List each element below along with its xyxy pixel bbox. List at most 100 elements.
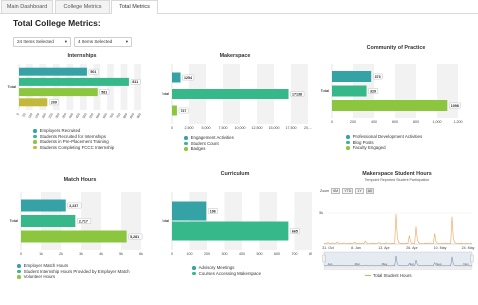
bar xyxy=(19,77,129,86)
tick-label: 17,500 xyxy=(286,126,297,130)
tick-label: 100 xyxy=(27,112,33,119)
grid-band xyxy=(134,64,141,110)
zoom-label: Zoom xyxy=(320,189,330,193)
tick-label: 1k xyxy=(39,252,43,256)
internships-title: Internships xyxy=(67,53,97,59)
tick-label: 2k xyxy=(59,252,63,256)
data-label: 329 xyxy=(370,89,376,93)
navigator-scrollbar xyxy=(323,266,473,270)
chevron-down-icon: ▾ xyxy=(64,39,67,44)
x-tick-label: 8. Jan xyxy=(351,246,361,250)
tab-college-metrics[interactable]: College Metrics xyxy=(55,0,110,13)
tab-bar: Main Dashboard College Metrics Total Met… xyxy=(0,0,478,14)
category-label: Total xyxy=(10,218,19,223)
student-hours-chart: 5k 31. Oct 8. Jan 13. Apr 26. Apr 10. May 24. … xyxy=(319,211,475,270)
internships-legend: Employers Recruited Students Recruited f… xyxy=(33,128,114,150)
tab-total-metrics[interactable]: Total Metrics xyxy=(111,0,158,14)
tick-label: 0 xyxy=(16,112,20,116)
tick-label: 300 xyxy=(222,252,228,256)
tick-label: 3k xyxy=(79,252,83,256)
curriculum-chart: Total 196 665 0 100 200 300 400 500 600 700 800 xyxy=(162,192,312,256)
data-label: 2,717 xyxy=(79,219,88,223)
legend-label: Total Student Hours xyxy=(373,273,412,278)
bar xyxy=(19,88,98,97)
tick-label: 600 xyxy=(392,120,398,124)
tick-label: 100 xyxy=(187,252,193,256)
legend-dot xyxy=(346,146,350,150)
grid-band xyxy=(189,192,207,250)
makerspace-title: Makerspace xyxy=(219,53,251,59)
internships-chart: Total 501 811 581 209 0 50 100 150 200 250 300 350 40… xyxy=(8,64,142,119)
bar xyxy=(172,105,177,116)
bar xyxy=(172,201,207,221)
bar xyxy=(21,199,66,212)
legend-dot xyxy=(192,271,196,276)
tick-label: 850 xyxy=(129,112,135,119)
tick-label: 12,500 xyxy=(252,126,263,130)
navigator-tick-label: Jan xyxy=(328,262,333,266)
legend-item[interactable]: Volunteer Hours xyxy=(17,274,130,280)
bar xyxy=(19,98,48,107)
tick-label: 0 xyxy=(20,252,22,256)
makerspace-legend: Engagement Activities Student Count Badg… xyxy=(184,135,234,152)
bar xyxy=(172,72,181,83)
filter-select-1[interactable]: 24 Items Selected ▾ xyxy=(13,37,71,47)
tab-main-dashboard[interactable]: Main Dashboard xyxy=(1,0,53,13)
tick-label: 15,000 xyxy=(269,126,280,130)
community-title: Community of Practice xyxy=(366,45,426,51)
navigator-tick-label: Jul xyxy=(410,262,414,266)
tick-label: 0 xyxy=(171,126,173,130)
legend-dot xyxy=(184,136,188,140)
x-tick-label: 31. Oct xyxy=(322,246,334,250)
legend-dot xyxy=(33,129,37,133)
student-hours-title: Makerspace Student Hours xyxy=(362,171,432,177)
tick-label: 200 xyxy=(204,252,210,256)
tick-label: 900 xyxy=(136,112,142,119)
data-label: 373 xyxy=(375,75,381,79)
match-hours-legend: Employer Match Hours Student Internship … xyxy=(17,263,130,280)
community-legend: Professional Development Activities Blog… xyxy=(346,134,422,151)
tick-label: 150 xyxy=(34,112,40,119)
navigator-handle-right xyxy=(470,254,474,263)
legend-label: Faculty Engaged xyxy=(352,145,386,151)
match-hours-chart: Total 2,237 2,717 5,281 0 1k 2k 3k 4k 5k 6k xyxy=(10,192,143,256)
legend-item[interactable]: Badges xyxy=(184,146,234,152)
legend-dot xyxy=(17,269,21,274)
legend-dot xyxy=(192,266,196,270)
tick-label: 6k xyxy=(139,252,143,256)
legend-item[interactable]: Faculty Engaged xyxy=(346,145,422,151)
series-line xyxy=(323,213,473,244)
tick-label: 500 xyxy=(82,112,88,119)
filter-select-2-value: 4 Items Selected xyxy=(78,39,113,44)
legend-item[interactable]: Total Student Hours xyxy=(365,273,412,279)
category-label: Total xyxy=(8,84,17,89)
grid-band xyxy=(294,192,312,250)
tick-label: 750 xyxy=(115,112,121,119)
bar xyxy=(21,215,76,227)
navigator-window xyxy=(323,251,473,267)
tick-label: 0 xyxy=(171,252,173,256)
tick-label: 1,200 xyxy=(454,120,463,124)
legend-label: Badges xyxy=(190,146,206,152)
curriculum-title: Curriculum xyxy=(220,171,250,177)
x-tick-label: 10. May xyxy=(434,246,447,250)
filter-select-2[interactable]: 4 Items Selected ▾ xyxy=(74,37,132,47)
tick-label: 5,000 xyxy=(202,126,211,130)
bar xyxy=(332,85,367,97)
legend-label: Students Completing FCCC Internship xyxy=(39,144,115,150)
tick-label: 650 xyxy=(102,112,108,119)
grid-band xyxy=(107,64,114,110)
legend-dot xyxy=(33,134,37,139)
bar xyxy=(332,71,372,82)
bar xyxy=(19,67,87,76)
tick-label: 250 xyxy=(48,112,54,119)
data-label: 811 xyxy=(132,80,138,84)
x-tick-label: 24. May xyxy=(462,246,475,250)
legend-item[interactable]: Courses Accessing Makerspace xyxy=(192,271,261,277)
tick-label: 5k xyxy=(119,252,123,256)
category-label: Total xyxy=(162,218,169,223)
tick-label: 2,500 xyxy=(185,126,194,130)
legend-item[interactable]: Students Completing FCCC Internship xyxy=(33,145,114,151)
data-label: 1098 xyxy=(451,104,459,108)
chevron-down-icon: ▾ xyxy=(125,39,128,44)
